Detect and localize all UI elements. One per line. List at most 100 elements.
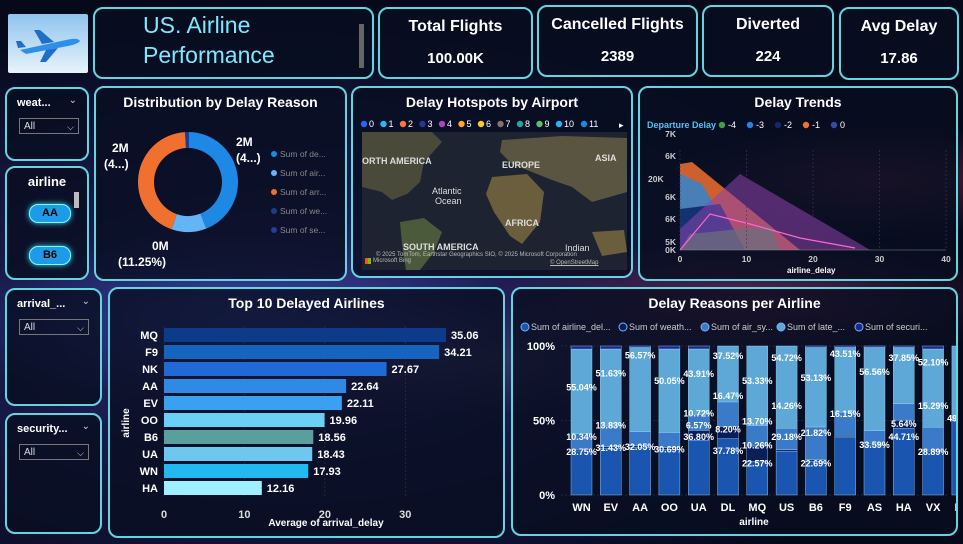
legend-label[interactable]: Sum of arr...: [280, 187, 326, 197]
airline-option-b6[interactable]: B6: [29, 246, 71, 265]
trends-legend-label[interactable]: -3: [756, 120, 764, 130]
chevron-down-icon[interactable]: ⌄: [82, 421, 90, 432]
legend-label[interactable]: Sum of de...: [280, 149, 326, 159]
stack-segment[interactable]: [834, 436, 856, 438]
bar[interactable]: [164, 464, 309, 478]
stack-segment[interactable]: [834, 345, 856, 348]
kpi-total-flights: Total Flights 100.00K: [378, 7, 533, 79]
arrival-dropdown[interactable]: All ⌵: [19, 319, 89, 335]
stack-legend-label[interactable]: Sum of airline_del...: [531, 322, 611, 332]
chevron-down-icon[interactable]: ⌄: [82, 296, 90, 307]
stack-x-tick: F9: [839, 502, 852, 514]
stack-segment[interactable]: [951, 345, 956, 421]
map-legend-label[interactable]: 3: [428, 119, 433, 129]
stack-legend-label[interactable]: Sum of weath...: [629, 322, 692, 332]
scrollbar[interactable]: [74, 192, 79, 208]
stack-legend-label[interactable]: Sum of securi...: [865, 322, 928, 332]
stack-segment[interactable]: [600, 447, 622, 496]
stack-data-label: 31.43%: [596, 443, 627, 453]
trends-y-tick: 7K: [665, 129, 677, 139]
panel-title: Top 10 Delayed Airlines: [228, 295, 385, 311]
bar[interactable]: [164, 396, 342, 410]
trends-legend-label[interactable]: 0: [840, 120, 845, 130]
legend-label[interactable]: Sum of we...: [280, 206, 327, 216]
stack-y-tick: 100%: [527, 341, 555, 353]
stack-segment[interactable]: [893, 345, 915, 348]
bar[interactable]: [164, 430, 314, 444]
trends-legend-label[interactable]: -2: [784, 120, 792, 130]
bar[interactable]: [164, 345, 440, 359]
stack-data-label: 13.70%: [742, 417, 773, 427]
bing-label: Microsoft Bing: [373, 258, 412, 264]
map-legend-label[interactable]: 4: [447, 119, 452, 129]
security-dropdown[interactable]: All ⌵: [19, 444, 89, 460]
stack-segment[interactable]: [570, 345, 593, 350]
stack-segment[interactable]: [922, 451, 944, 496]
map-label: ASIA: [595, 153, 617, 163]
stack-segment[interactable]: [922, 345, 944, 350]
map-label: Ocean: [435, 196, 462, 206]
map-legend-label[interactable]: 11: [589, 119, 598, 129]
map-legend-label[interactable]: 0: [369, 119, 374, 129]
bar[interactable]: [164, 447, 313, 461]
bar[interactable]: [164, 328, 446, 342]
stack-segment[interactable]: [687, 439, 710, 496]
scrollbar[interactable]: [359, 24, 364, 68]
stack-legend-label[interactable]: Sum of air_sy...: [711, 322, 773, 332]
weather-dropdown[interactable]: All ⌵: [19, 118, 79, 134]
map-legend-label[interactable]: 10: [564, 119, 574, 129]
legend-label[interactable]: Sum of air...: [280, 168, 325, 178]
stack-segment[interactable]: [658, 348, 681, 433]
map-legend-next-arrow[interactable]: ▸: [619, 120, 624, 130]
trends-legend-label[interactable]: -4: [728, 120, 736, 130]
bar[interactable]: [164, 379, 347, 393]
stack-segment[interactable]: [600, 345, 622, 350]
map-legend-label[interactable]: 8: [525, 119, 530, 129]
donut-slice[interactable]: [188, 132, 238, 229]
map-legend-marker: [380, 120, 387, 128]
donut-slice[interactable]: [186, 132, 189, 149]
map-legend-label[interactable]: 1: [389, 119, 394, 129]
trends-x-tick: 10: [742, 254, 752, 264]
stack-segment[interactable]: [775, 449, 798, 452]
trends-legend-label[interactable]: -1: [812, 120, 820, 130]
map-legend-label[interactable]: 9: [545, 119, 550, 129]
bar[interactable]: [164, 362, 387, 376]
stack-segment[interactable]: [863, 445, 886, 496]
bing-logo: [365, 258, 371, 264]
bar-value-label: 12.16: [267, 483, 295, 495]
world-map[interactable]: ORTH AMERICA EUROPE ASIA Atlantic Ocean …: [362, 132, 627, 270]
bar[interactable]: [164, 481, 262, 495]
stack-segment[interactable]: [687, 348, 710, 415]
map-legend-label[interactable]: 6: [486, 119, 491, 129]
stack-segment[interactable]: [658, 345, 681, 350]
map-legend-marker: [360, 120, 368, 128]
stack-segment[interactable]: [658, 449, 681, 496]
stack-segment[interactable]: [775, 450, 798, 496]
osm-link[interactable]: © OpenStreetMap: [550, 260, 598, 266]
stack-segment[interactable]: [629, 345, 651, 348]
bar[interactable]: [164, 413, 325, 427]
stack-segment[interactable]: [893, 403, 915, 421]
map-legend-label[interactable]: 5: [467, 119, 472, 129]
stack-segment[interactable]: [570, 450, 593, 496]
stack-segment[interactable]: [805, 347, 827, 428]
stack-segment[interactable]: [629, 447, 651, 496]
stack-segment[interactable]: [951, 420, 956, 496]
chevron-down-icon[interactable]: ⌄: [69, 95, 77, 106]
donut-slice[interactable]: [138, 132, 187, 230]
stack-segment[interactable]: [834, 437, 856, 496]
legend-label[interactable]: Sum of se...: [280, 225, 325, 235]
stack-segment[interactable]: [717, 401, 739, 427]
stack-segment[interactable]: [863, 345, 886, 348]
stack-segment[interactable]: [863, 347, 886, 431]
stack-legend-label[interactable]: Sum of late_...: [787, 322, 845, 332]
donut-slice[interactable]: [171, 213, 207, 232]
map-legend-label[interactable]: 2: [408, 119, 413, 129]
bar-value-label: 22.64: [351, 381, 379, 393]
stack-segment[interactable]: [687, 345, 710, 350]
stack-segment[interactable]: [805, 345, 827, 348]
stack-segment[interactable]: [600, 348, 622, 427]
map-legend-label[interactable]: 7: [506, 119, 511, 129]
airline-option-aa[interactable]: AA: [29, 204, 71, 223]
